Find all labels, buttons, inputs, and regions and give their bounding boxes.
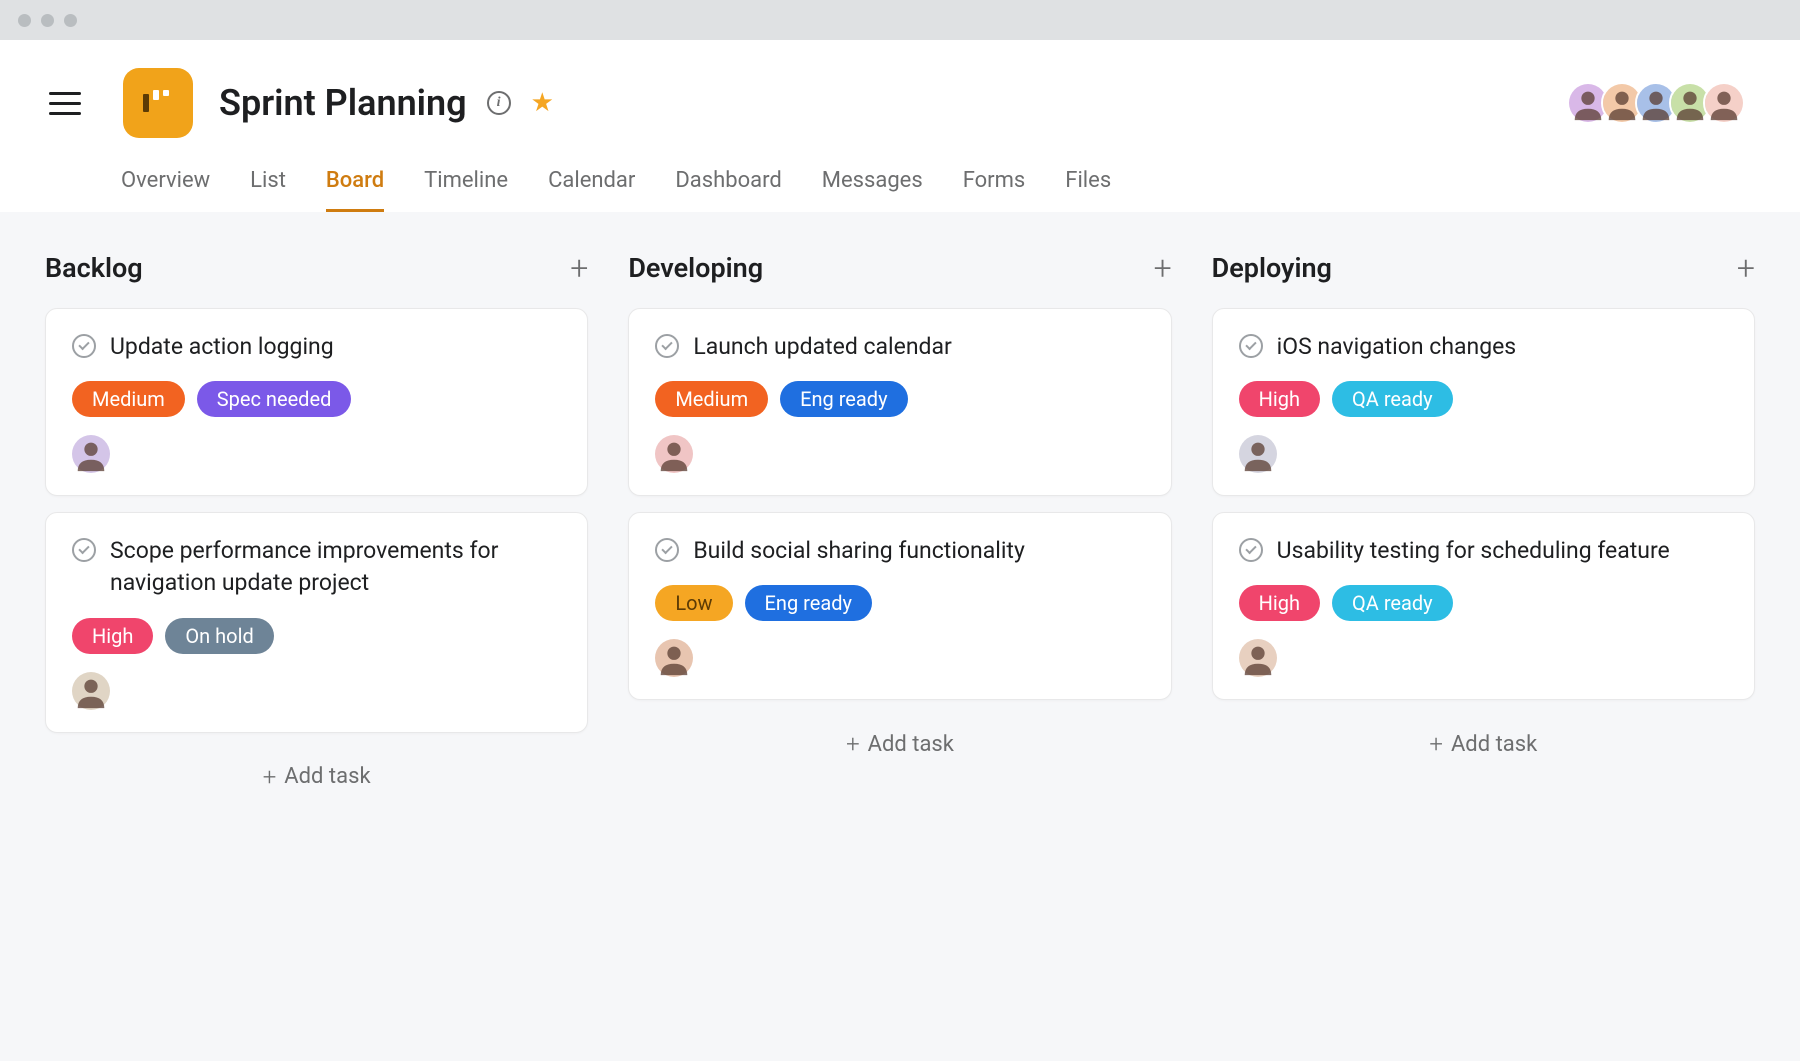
task-title: iOS navigation changes (1277, 331, 1517, 363)
tab-timeline[interactable]: Timeline (424, 168, 508, 212)
add-task-label: Add task (868, 732, 954, 757)
assignee-avatar[interactable] (1239, 435, 1277, 473)
column-title: Developing (628, 252, 763, 284)
assignee-avatar[interactable] (72, 672, 110, 710)
add-card-button[interactable]: + (1737, 252, 1755, 284)
add-task-label: Add task (284, 764, 370, 789)
info-icon[interactable]: i (487, 91, 511, 115)
tags-row: High QA ready (1239, 585, 1728, 621)
task-title: Launch updated calendar (693, 331, 951, 363)
add-task-button[interactable]: + Add task (1212, 716, 1755, 772)
member-avatar[interactable] (1703, 82, 1745, 124)
tag[interactable]: High (72, 618, 153, 654)
column-header: Backlog + (45, 252, 588, 284)
column-developing: Developing + Launch updated calendar Med… (628, 252, 1171, 805)
tab-calendar[interactable]: Calendar (548, 168, 635, 212)
tag[interactable]: QA ready (1332, 585, 1453, 621)
tag[interactable]: On hold (165, 618, 273, 654)
column-backlog: Backlog + Update action logging Medium Sp… (45, 252, 588, 805)
star-icon[interactable]: ★ (531, 88, 554, 118)
add-card-button[interactable]: + (1154, 252, 1172, 284)
tags-row: Low Eng ready (655, 585, 1144, 621)
project-header: Sprint Planning i ★ Overview List Board Tim… (0, 40, 1800, 212)
complete-check-icon[interactable] (72, 334, 96, 358)
project-icon (123, 68, 193, 138)
kanban-board: Backlog + Update action logging Medium Sp… (0, 212, 1800, 845)
tab-forms[interactable]: Forms (963, 168, 1026, 212)
column-deploying: Deploying + iOS navigation changes High Q… (1212, 252, 1755, 805)
task-title: Usability testing for scheduling feature (1277, 535, 1670, 567)
tag[interactable]: Low (655, 585, 732, 621)
complete-check-icon[interactable] (655, 538, 679, 562)
member-avatars[interactable] (1575, 82, 1745, 124)
task-card[interactable]: Scope performance improvements for navig… (45, 512, 588, 732)
tag[interactable]: High (1239, 381, 1320, 417)
tags-row: High QA ready (1239, 381, 1728, 417)
column-header: Deploying + (1212, 252, 1755, 284)
add-task-button[interactable]: + Add task (45, 749, 588, 805)
add-task-label: Add task (1451, 732, 1537, 757)
maximize-window-dot[interactable] (64, 14, 77, 27)
plus-icon: + (1429, 730, 1443, 758)
minimize-window-dot[interactable] (41, 14, 54, 27)
tag[interactable]: Spec needed (197, 381, 352, 417)
task-card[interactable]: Build social sharing functionality Low En… (628, 512, 1171, 700)
column-title: Deploying (1212, 252, 1332, 284)
tag[interactable]: QA ready (1332, 381, 1453, 417)
assignee-avatar[interactable] (72, 435, 110, 473)
assignee-avatar[interactable] (655, 639, 693, 677)
tab-board[interactable]: Board (326, 168, 384, 212)
task-title: Build social sharing functionality (693, 535, 1025, 567)
tag[interactable]: High (1239, 585, 1320, 621)
tags-row: Medium Spec needed (72, 381, 561, 417)
tag[interactable]: Eng ready (780, 381, 907, 417)
tag[interactable]: Medium (72, 381, 185, 417)
plus-icon: + (846, 730, 860, 758)
close-window-dot[interactable] (18, 14, 31, 27)
tab-files[interactable]: Files (1065, 168, 1111, 212)
project-title: Sprint Planning (219, 82, 467, 124)
task-card[interactable]: Usability testing for scheduling feature… (1212, 512, 1755, 700)
add-card-button[interactable]: + (570, 252, 588, 284)
complete-check-icon[interactable] (1239, 334, 1263, 358)
tags-row: High On hold (72, 618, 561, 654)
hamburger-menu[interactable] (45, 88, 85, 119)
tag[interactable]: Medium (655, 381, 768, 417)
complete-check-icon[interactable] (72, 538, 96, 562)
column-header: Developing + (628, 252, 1171, 284)
tab-overview[interactable]: Overview (121, 168, 210, 212)
assignee-avatar[interactable] (655, 435, 693, 473)
project-tabs: Overview List Board Timeline Calendar Dashboa… (45, 168, 1755, 212)
tab-dashboard[interactable]: Dashboard (675, 168, 781, 212)
complete-check-icon[interactable] (655, 334, 679, 358)
tab-list[interactable]: List (250, 168, 286, 212)
tab-messages[interactable]: Messages (822, 168, 923, 212)
column-title: Backlog (45, 252, 143, 284)
assignee-avatar[interactable] (1239, 639, 1277, 677)
window-titlebar (0, 0, 1800, 40)
task-title: Scope performance improvements for navig… (110, 535, 561, 599)
task-card[interactable]: Update action logging Medium Spec needed (45, 308, 588, 496)
tag[interactable]: Eng ready (745, 585, 872, 621)
tags-row: Medium Eng ready (655, 381, 1144, 417)
complete-check-icon[interactable] (1239, 538, 1263, 562)
add-task-button[interactable]: + Add task (628, 716, 1171, 772)
plus-icon: + (263, 763, 277, 791)
task-title: Update action logging (110, 331, 334, 363)
task-card[interactable]: iOS navigation changes High QA ready (1212, 308, 1755, 496)
task-card[interactable]: Launch updated calendar Medium Eng ready (628, 308, 1171, 496)
